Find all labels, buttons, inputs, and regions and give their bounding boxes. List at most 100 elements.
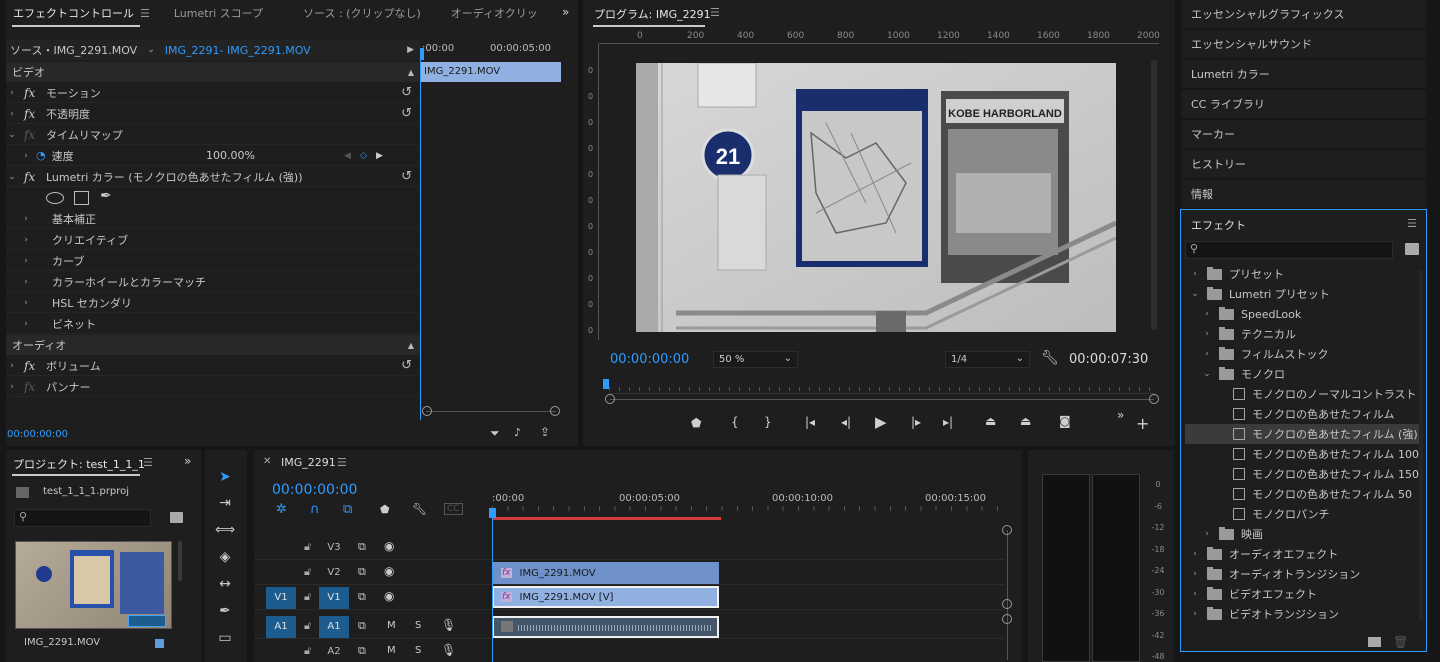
effects-folder[interactable]: ⌄ Lumetri プリセット: [1181, 284, 1426, 304]
right-panel-tab[interactable]: エッセンシャルグラフィックス: [1181, 0, 1426, 28]
new-bin-icon[interactable]: [170, 512, 183, 523]
program-title[interactable]: プログラム: IMG_2291: [594, 6, 711, 22]
chevron-right-icon[interactable]: ›: [1189, 609, 1201, 619]
effects-folder[interactable]: › ビデオトランジション: [1181, 604, 1426, 624]
chevron-right-icon[interactable]: ›: [1189, 569, 1201, 579]
chevron-down-icon[interactable]: ⌄: [1201, 369, 1213, 379]
effects-folder[interactable]: › プリセット: [1181, 264, 1426, 284]
add-marker-icon[interactable]: ⬟: [380, 503, 390, 516]
menu-icon[interactable]: ☰: [337, 456, 347, 469]
selection-tool-icon[interactable]: ➤: [212, 466, 238, 488]
effects-preset[interactable]: モノクロの色あせたフィルム 100: [1181, 444, 1426, 464]
chevron-right-icon[interactable]: ›: [6, 361, 18, 371]
effects-folder[interactable]: › SpeedLook: [1181, 304, 1426, 324]
chevron-right-icon[interactable]: ›: [1201, 529, 1213, 539]
pen-tool-icon[interactable]: ✒: [212, 600, 238, 622]
snap-icon[interactable]: ✲: [276, 502, 287, 517]
ellipse-mask-icon[interactable]: [46, 192, 64, 204]
timeline-title[interactable]: IMG_2291: [281, 456, 336, 469]
effects-folder[interactable]: › オーディオエフェクト: [1181, 544, 1426, 564]
scroll-handle-low[interactable]: [1002, 614, 1012, 624]
effects-preset[interactable]: モノクロの色あせたフィルム (強): [1185, 424, 1422, 444]
chevron-down-icon[interactable]: ⌄: [1189, 289, 1201, 299]
mute-button[interactable]: M: [387, 620, 396, 631]
effects-preset[interactable]: モノクロの色あせたフィルム 50: [1181, 484, 1426, 504]
lift-icon[interactable]: ⏏: [985, 414, 996, 428]
track-target[interactable]: A2: [319, 641, 349, 662]
chevron-right-icon[interactable]: ›: [20, 319, 32, 329]
scrub-bar[interactable]: [609, 380, 1155, 394]
scroll-handle-left[interactable]: [422, 406, 432, 416]
clip-v1[interactable]: fx IMG_2291.MOV [V]: [492, 586, 719, 608]
chevron-down-icon[interactable]: ⌄: [6, 172, 18, 182]
lumetri-subsection[interactable]: › 基本補正: [6, 209, 420, 229]
ec-timeline-ruler[interactable]: :00:00 00:00:05:00: [420, 40, 566, 60]
zoom-select[interactable]: 50 % ⌄: [713, 351, 798, 368]
step-forward-icon[interactable]: |▸: [911, 415, 921, 429]
lumetri-subsection[interactable]: › HSL セカンダリ: [6, 293, 420, 313]
chevron-right-icon[interactable]: ›: [6, 88, 18, 98]
slip-tool-icon[interactable]: ↔: [212, 573, 238, 595]
effect-motion[interactable]: › fx モーション ↺: [6, 83, 420, 103]
new-bin-icon[interactable]: [1405, 243, 1419, 255]
lock-icon[interactable]: 🔓︎: [304, 565, 311, 579]
play-only-icon[interactable]: ▶: [407, 45, 414, 55]
ec-scrollbar[interactable]: [426, 411, 556, 412]
rectangle-mask-icon[interactable]: [74, 191, 89, 205]
effects-preset[interactable]: モノクロパンチ: [1181, 504, 1426, 524]
sync-lock-icon[interactable]: ⧉: [358, 540, 366, 554]
new-folder-icon[interactable]: [1368, 637, 1381, 647]
project-search-input[interactable]: ⚲: [14, 509, 151, 527]
effect-panner[interactable]: › fx パンナー: [6, 377, 420, 397]
clip-a1[interactable]: [492, 616, 719, 638]
effects-search-input[interactable]: ⚲: [1185, 241, 1393, 259]
chevron-right-icon[interactable]: ›: [1201, 349, 1213, 359]
project-clip-name[interactable]: IMG_2291.MOV: [24, 637, 100, 648]
collapse-icon[interactable]: ▲: [408, 68, 414, 77]
filter-icon[interactable]: ⏷: [490, 426, 500, 441]
microphone-icon[interactable]: 🎙︎: [441, 643, 456, 657]
chevron-right-icon[interactable]: ›: [6, 109, 18, 119]
sync-lock-icon[interactable]: ⧉: [358, 619, 366, 633]
timeline-playhead-head[interactable]: [489, 508, 496, 518]
mark-out-icon[interactable]: }: [764, 415, 772, 429]
fx-icon[interactable]: fx: [24, 107, 42, 121]
track-target[interactable]: A1: [319, 616, 349, 638]
chevron-down-icon[interactable]: ⌄: [147, 45, 155, 55]
effect-lumetri[interactable]: ⌄ fx Lumetri カラー (モノクロの色あせたフィルム (強)) ↺: [6, 167, 420, 187]
chevron-right-icon[interactable]: ›: [20, 256, 32, 266]
effect-time-remap[interactable]: ⌄ fx タイムリマップ: [6, 125, 420, 145]
lock-icon[interactable]: 🔓︎: [304, 619, 311, 633]
sequence-label[interactable]: IMG_2291- IMG_2291.MOV: [165, 44, 311, 57]
right-panel-tab[interactable]: マーカー: [1181, 120, 1426, 148]
effects-preset[interactable]: モノクロの色あせたフィルム: [1181, 404, 1426, 424]
chevron-right-icon[interactable]: ›: [1189, 269, 1201, 279]
chevron-right-icon[interactable]: ›: [6, 382, 18, 392]
keyframe-icon[interactable]: ◇: [360, 151, 367, 161]
microphone-icon[interactable]: 🎙︎: [441, 618, 456, 632]
fx-icon[interactable]: fx: [24, 170, 42, 184]
stopwatch-icon[interactable]: ◔: [36, 149, 46, 162]
rectangle-tool-icon[interactable]: ▭: [212, 627, 238, 649]
speed-value[interactable]: 100.00%: [206, 149, 255, 162]
extract-icon[interactable]: ⏏: [1020, 414, 1031, 428]
source-patch[interactable]: [266, 562, 296, 584]
collapse-icon[interactable]: ▲: [408, 341, 414, 350]
panel-overflow-icon[interactable]: »: [184, 454, 191, 468]
chevron-right-icon[interactable]: ›: [20, 235, 32, 245]
effects-folder[interactable]: › フィルムストック: [1181, 344, 1426, 364]
source-patch[interactable]: [266, 537, 296, 559]
reset-icon[interactable]: ↺: [401, 106, 412, 121]
linked-selection-icon[interactable]: ⧉: [343, 502, 352, 517]
lock-icon[interactable]: 🔓︎: [304, 590, 311, 604]
effects-folder[interactable]: › テクニカル: [1181, 324, 1426, 344]
effect-volume[interactable]: › fx ボリューム ↺: [6, 356, 420, 376]
timeline-vscroll[interactable]: [1007, 530, 1008, 660]
menu-icon[interactable]: ☰: [143, 456, 153, 469]
source-patch[interactable]: [266, 641, 296, 662]
source-patch[interactable]: A1: [266, 616, 296, 638]
zoom-bar[interactable]: [610, 399, 1154, 400]
pen-mask-icon[interactable]: ✒: [100, 188, 112, 204]
fx-icon[interactable]: fx: [24, 128, 42, 142]
solo-button[interactable]: S: [415, 620, 421, 631]
